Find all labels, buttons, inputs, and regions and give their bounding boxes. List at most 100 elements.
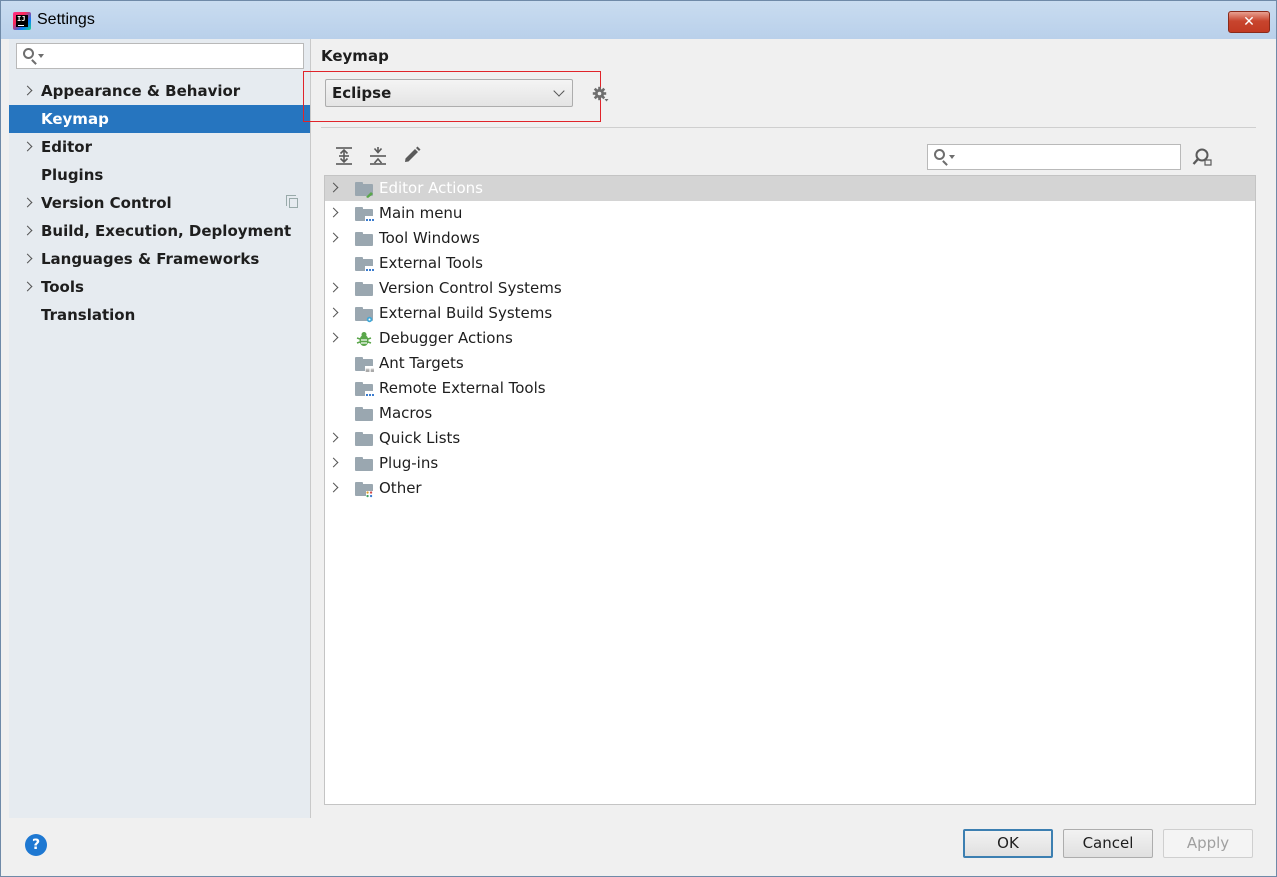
chevron-right-icon[interactable] [328, 457, 339, 468]
chevron-right-icon[interactable] [328, 482, 339, 493]
tree-row-label: Tool Windows [379, 229, 480, 247]
tree-row-label: Main menu [379, 204, 463, 222]
tree-row[interactable]: Main menu [325, 201, 1255, 226]
tree-row[interactable]: Tool Windows [325, 226, 1255, 251]
tree-row-label: External Build Systems [379, 304, 553, 322]
chevron-right-icon[interactable] [22, 85, 33, 96]
sidebar-item[interactable]: Translation [9, 301, 310, 329]
tree-row-label: Editor Actions [379, 179, 483, 197]
bug-icon [356, 332, 372, 346]
keymap-select-value: Eclipse [332, 84, 392, 102]
tree-row-label: Ant Targets [379, 354, 464, 372]
copy-settings-icon [286, 195, 298, 208]
close-button[interactable]: ✕ [1228, 11, 1270, 33]
folder-gear-icon [355, 307, 373, 323]
tree-row[interactable]: Macros [325, 401, 1255, 426]
tree-row[interactable]: Plug-ins [325, 451, 1255, 476]
title-bar[interactable]: IJ Settings ✕ [1, 1, 1276, 39]
tree-row-label: External Tools [379, 254, 483, 272]
folder-menu-icon [355, 207, 374, 223]
ok-button[interactable]: OK [963, 829, 1053, 858]
expand-all-icon[interactable] [332, 145, 356, 167]
chevron-right-icon[interactable] [328, 332, 339, 343]
tree-row[interactable]: Other [325, 476, 1255, 501]
tree-row[interactable]: Remote External Tools [325, 376, 1255, 401]
search-dropdown-icon [949, 155, 955, 159]
tree-row-label: Debugger Actions [379, 329, 513, 347]
keymap-panel: Keymap Eclipse Editor Actions Main menu … [303, 39, 1276, 818]
edit-pencil-icon[interactable] [400, 145, 424, 167]
sidebar-item-label: Appearance & Behavior [41, 82, 241, 100]
search-dropdown-icon [38, 54, 44, 58]
settings-sidebar: Appearance & Behavior Keymap Editor Plugins… [9, 39, 311, 818]
actions-tree[interactable]: Editor Actions Main menu Tool Windows Exter… [324, 175, 1256, 805]
sidebar-item-label: Translation [41, 306, 136, 324]
sidebar-search-input[interactable] [16, 43, 304, 69]
tree-row-label: Macros [379, 404, 433, 422]
sidebar-item[interactable]: Tools [9, 273, 310, 301]
sidebar-item[interactable]: Languages & Frameworks [9, 245, 310, 273]
sidebar-item[interactable]: Version Control [9, 189, 310, 217]
search-icon [934, 149, 945, 160]
folder-icon [355, 407, 373, 421]
sidebar-item[interactable]: Editor [9, 133, 310, 161]
sidebar-item-label: Tools [41, 278, 84, 296]
chevron-right-icon[interactable] [22, 141, 33, 152]
tree-row[interactable]: ≡≡ Ant Targets [325, 351, 1255, 376]
sidebar-item[interactable]: Build, Execution, Deployment [9, 217, 310, 245]
tree-row[interactable]: External Build Systems [325, 301, 1255, 326]
chevron-right-icon[interactable] [328, 432, 339, 443]
folder-icon [355, 282, 373, 296]
folder-edit-icon [355, 182, 373, 198]
keymap-select[interactable]: Eclipse [325, 79, 573, 107]
chevron-right-icon[interactable] [22, 225, 33, 236]
settings-window: IJ Settings ✕ Appearance & Behavior Keyma… [0, 0, 1277, 877]
apply-button[interactable]: Apply [1163, 829, 1253, 858]
gear-icon[interactable] [592, 86, 609, 103]
chevron-right-icon[interactable] [328, 282, 339, 293]
tree-row-label: Version Control Systems [379, 279, 562, 297]
sidebar-item[interactable]: Appearance & Behavior [9, 77, 310, 105]
tree-row-label: Plug-ins [379, 454, 439, 472]
page-title: Keymap [321, 47, 389, 65]
chevron-right-icon[interactable] [328, 207, 339, 218]
chevron-down-icon [553, 85, 565, 97]
search-icon [23, 48, 34, 59]
folder-ant-icon: ≡≡ [355, 357, 374, 373]
tree-row[interactable]: External Tools [325, 251, 1255, 276]
collapse-all-icon[interactable] [366, 145, 390, 167]
folder-tools-icon [355, 382, 374, 398]
chevron-right-icon[interactable] [22, 197, 33, 208]
dialog-footer: ? OK Cancel Apply [1, 818, 1276, 876]
tree-row[interactable]: Version Control Systems [325, 276, 1255, 301]
folder-icon [355, 432, 373, 446]
find-by-shortcut-icon[interactable] [1191, 147, 1213, 167]
chevron-right-icon[interactable] [22, 281, 33, 292]
folder-other-icon [355, 482, 373, 498]
sidebar-item-label: Version Control [41, 194, 172, 212]
intellij-logo-icon: IJ [13, 12, 31, 30]
tree-row-label: Remote External Tools [379, 379, 546, 397]
tree-row-label: Other [379, 479, 422, 497]
chevron-right-icon[interactable] [328, 307, 339, 318]
sidebar-item-label: Editor [41, 138, 92, 156]
chevron-right-icon[interactable] [328, 182, 339, 193]
svg-text:≡≡: ≡≡ [365, 367, 374, 373]
cancel-button[interactable]: Cancel [1063, 829, 1153, 858]
sidebar-item[interactable]: Plugins [9, 161, 310, 189]
tree-row[interactable]: Editor Actions [325, 176, 1255, 201]
folder-tools-icon [355, 257, 374, 273]
sidebar-item-label: Plugins [41, 166, 104, 184]
chevron-right-icon[interactable] [328, 232, 339, 243]
sidebar-item-label: Build, Execution, Deployment [41, 222, 292, 240]
chevron-right-icon[interactable] [22, 253, 33, 264]
sidebar-item-label: Keymap [41, 110, 109, 128]
help-button[interactable]: ? [25, 834, 47, 856]
divider [321, 127, 1256, 128]
action-search-input[interactable] [927, 144, 1181, 170]
tree-row-label: Quick Lists [379, 429, 461, 447]
tree-row[interactable]: Quick Lists [325, 426, 1255, 451]
tree-row[interactable]: Debugger Actions [325, 326, 1255, 351]
window-title: Settings [37, 11, 95, 28]
sidebar-item[interactable]: Keymap [9, 105, 310, 133]
